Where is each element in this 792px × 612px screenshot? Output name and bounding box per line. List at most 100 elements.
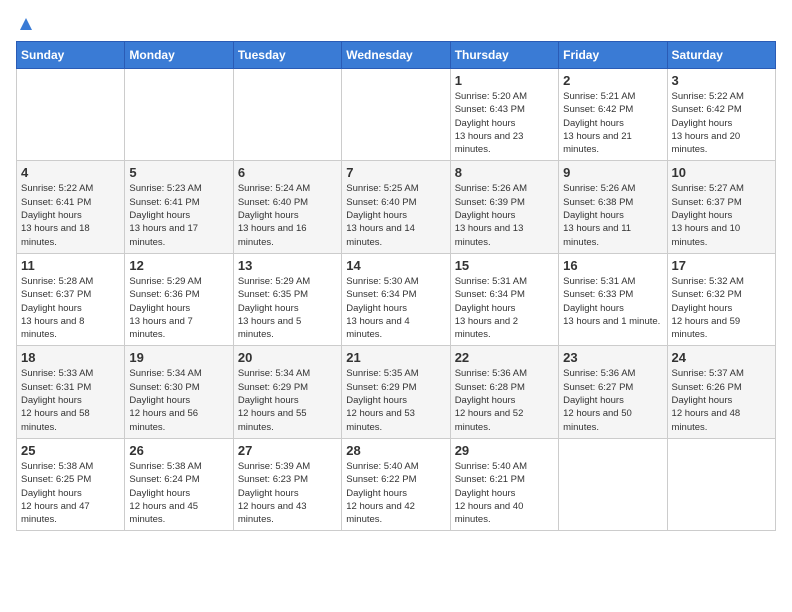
- day-number: 18: [21, 350, 120, 365]
- day-info: Sunrise: 5:26 AMSunset: 6:39 PMDaylight …: [455, 182, 554, 248]
- weekday-header-saturday: Saturday: [667, 42, 775, 69]
- weekday-header-wednesday: Wednesday: [342, 42, 450, 69]
- day-info: Sunrise: 5:37 AMSunset: 6:26 PMDaylight …: [672, 367, 771, 433]
- logo: [16, 16, 34, 33]
- calendar-cell: 26 Sunrise: 5:38 AMSunset: 6:24 PMDayligh…: [125, 438, 233, 530]
- calendar-cell: 28Sunrise: 5:40 AMSunset: 6:22 PMDayligh…: [342, 438, 450, 530]
- day-number: 6: [238, 165, 337, 180]
- day-info: Sunrise: 5:36 AMSunset: 6:28 PMDaylight …: [455, 367, 554, 433]
- day-number: 9: [563, 165, 662, 180]
- calendar-cell: 27 Sunrise: 5:39 AMSunset: 6:23 PMDayligh…: [233, 438, 341, 530]
- calendar-cell: [342, 69, 450, 161]
- calendar-cell: 17 Sunrise: 5:32 AMSunset: 6:32 PMDayligh…: [667, 253, 775, 345]
- calendar-cell: 11Sunrise: 5:28 AMSunset: 6:37 PMDayligh…: [17, 253, 125, 345]
- day-info: Sunrise: 5:23 AMSunset: 6:41 PMDaylight …: [129, 182, 228, 248]
- day-number: 2: [563, 73, 662, 88]
- calendar-cell: 24 Sunrise: 5:37 AMSunset: 6:26 PMDayligh…: [667, 346, 775, 438]
- weekday-header-sunday: Sunday: [17, 42, 125, 69]
- day-info: Sunrise: 5:21 AMSunset: 6:42 PMDaylight …: [563, 90, 662, 156]
- calendar-cell: 4 Sunrise: 5:22 AMSunset: 6:41 PMDaylight…: [17, 161, 125, 253]
- day-info: Sunrise: 5:40 AMSunset: 6:21 PMDaylight …: [455, 460, 554, 526]
- day-number: 5: [129, 165, 228, 180]
- calendar-cell: 19 Sunrise: 5:34 AMSunset: 6:30 PMDayligh…: [125, 346, 233, 438]
- day-info: Sunrise: 5:32 AMSunset: 6:32 PMDaylight …: [672, 275, 771, 341]
- day-info: Sunrise: 5:31 AMSunset: 6:34 PMDaylight …: [455, 275, 554, 341]
- day-number: 12: [129, 258, 228, 273]
- day-number: 19: [129, 350, 228, 365]
- calendar-cell: [559, 438, 667, 530]
- day-number: 26: [129, 443, 228, 458]
- calendar-cell: 21 Sunrise: 5:35 AMSunset: 6:29 PMDayligh…: [342, 346, 450, 438]
- day-info: Sunrise: 5:29 AMSunset: 6:36 PMDaylight …: [129, 275, 228, 341]
- day-info: Sunrise: 5:26 AMSunset: 6:38 PMDaylight …: [563, 182, 662, 248]
- calendar-cell: 13 Sunrise: 5:29 AMSunset: 6:35 PMDayligh…: [233, 253, 341, 345]
- day-number: 3: [672, 73, 771, 88]
- calendar-cell: 25 Sunrise: 5:38 AMSunset: 6:25 PMDayligh…: [17, 438, 125, 530]
- weekday-header-friday: Friday: [559, 42, 667, 69]
- day-info: Sunrise: 5:35 AMSunset: 6:29 PMDaylight …: [346, 367, 445, 433]
- calendar-cell: 14 Sunrise: 5:30 AMSunset: 6:34 PMDayligh…: [342, 253, 450, 345]
- logo-icon: [18, 16, 34, 32]
- calendar-cell: [233, 69, 341, 161]
- day-info: Sunrise: 5:39 AMSunset: 6:23 PMDaylight …: [238, 460, 337, 526]
- calendar-cell: 5 Sunrise: 5:23 AMSunset: 6:41 PMDaylight…: [125, 161, 233, 253]
- calendar-cell: 23 Sunrise: 5:36 AMSunset: 6:27 PMDayligh…: [559, 346, 667, 438]
- day-info: Sunrise: 5:29 AMSunset: 6:35 PMDaylight …: [238, 275, 337, 341]
- calendar-table: SundayMondayTuesdayWednesdayThursdayFrid…: [16, 41, 776, 531]
- day-number: 23: [563, 350, 662, 365]
- day-info: Sunrise: 5:22 AMSunset: 6:42 PMDaylight …: [672, 90, 771, 156]
- day-number: 21: [346, 350, 445, 365]
- day-info: Sunrise: 5:22 AMSunset: 6:41 PMDaylight …: [21, 182, 120, 248]
- weekday-header-tuesday: Tuesday: [233, 42, 341, 69]
- day-number: 8: [455, 165, 554, 180]
- day-number: 28: [346, 443, 445, 458]
- day-info: Sunrise: 5:27 AMSunset: 6:37 PMDaylight …: [672, 182, 771, 248]
- day-info: Sunrise: 5:30 AMSunset: 6:34 PMDaylight …: [346, 275, 445, 341]
- day-info: Sunrise: 5:33 AMSunset: 6:31 PMDaylight …: [21, 367, 120, 433]
- day-number: 17: [672, 258, 771, 273]
- calendar-cell: 2 Sunrise: 5:21 AMSunset: 6:42 PMDaylight…: [559, 69, 667, 161]
- weekday-header-thursday: Thursday: [450, 42, 558, 69]
- calendar-cell: 7 Sunrise: 5:25 AMSunset: 6:40 PMDaylight…: [342, 161, 450, 253]
- calendar-cell: 1Sunrise: 5:20 AMSunset: 6:43 PMDaylight…: [450, 69, 558, 161]
- day-number: 16: [563, 258, 662, 273]
- calendar-cell: [17, 69, 125, 161]
- calendar-cell: 22 Sunrise: 5:36 AMSunset: 6:28 PMDayligh…: [450, 346, 558, 438]
- calendar-cell: 18 Sunrise: 5:33 AMSunset: 6:31 PMDayligh…: [17, 346, 125, 438]
- day-info: Sunrise: 5:38 AMSunset: 6:24 PMDaylight …: [129, 460, 228, 526]
- day-number: 22: [455, 350, 554, 365]
- day-info: Sunrise: 5:34 AMSunset: 6:29 PMDaylight …: [238, 367, 337, 433]
- day-number: 10: [672, 165, 771, 180]
- calendar-cell: 8 Sunrise: 5:26 AMSunset: 6:39 PMDaylight…: [450, 161, 558, 253]
- day-number: 25: [21, 443, 120, 458]
- day-number: 4: [21, 165, 120, 180]
- day-info: Sunrise: 5:31 AMSunset: 6:33 PMDaylight …: [563, 275, 662, 328]
- day-info: Sunrise: 5:25 AMSunset: 6:40 PMDaylight …: [346, 182, 445, 248]
- day-number: 15: [455, 258, 554, 273]
- day-number: 7: [346, 165, 445, 180]
- day-number: 20: [238, 350, 337, 365]
- calendar-cell: 20 Sunrise: 5:34 AMSunset: 6:29 PMDayligh…: [233, 346, 341, 438]
- calendar-cell: 29 Sunrise: 5:40 AMSunset: 6:21 PMDayligh…: [450, 438, 558, 530]
- calendar-cell: [125, 69, 233, 161]
- day-info: Sunrise: 5:28 AMSunset: 6:37 PMDaylight …: [21, 275, 120, 341]
- day-info: Sunrise: 5:20 AMSunset: 6:43 PMDaylight …: [455, 90, 554, 156]
- day-info: Sunrise: 5:36 AMSunset: 6:27 PMDaylight …: [563, 367, 662, 433]
- day-number: 13: [238, 258, 337, 273]
- page-header: [16, 16, 776, 33]
- day-number: 24: [672, 350, 771, 365]
- day-info: Sunrise: 5:38 AMSunset: 6:25 PMDaylight …: [21, 460, 120, 526]
- calendar-cell: 16 Sunrise: 5:31 AMSunset: 6:33 PMDayligh…: [559, 253, 667, 345]
- day-number: 14: [346, 258, 445, 273]
- calendar-cell: 9 Sunrise: 5:26 AMSunset: 6:38 PMDaylight…: [559, 161, 667, 253]
- day-info: Sunrise: 5:34 AMSunset: 6:30 PMDaylight …: [129, 367, 228, 433]
- calendar-cell: [667, 438, 775, 530]
- calendar-cell: 6 Sunrise: 5:24 AMSunset: 6:40 PMDaylight…: [233, 161, 341, 253]
- calendar-cell: 15 Sunrise: 5:31 AMSunset: 6:34 PMDayligh…: [450, 253, 558, 345]
- day-number: 29: [455, 443, 554, 458]
- day-number: 27: [238, 443, 337, 458]
- day-info: Sunrise: 5:24 AMSunset: 6:40 PMDaylight …: [238, 182, 337, 248]
- calendar-cell: 12 Sunrise: 5:29 AMSunset: 6:36 PMDayligh…: [125, 253, 233, 345]
- calendar-cell: 10 Sunrise: 5:27 AMSunset: 6:37 PMDayligh…: [667, 161, 775, 253]
- calendar-cell: 3 Sunrise: 5:22 AMSunset: 6:42 PMDaylight…: [667, 69, 775, 161]
